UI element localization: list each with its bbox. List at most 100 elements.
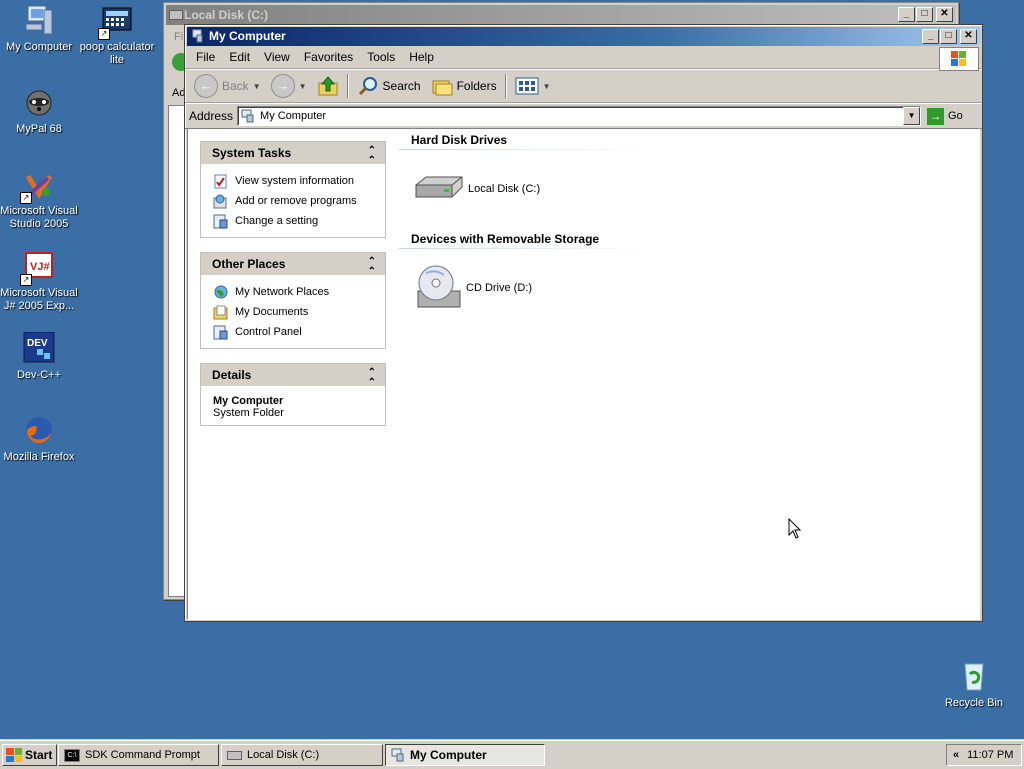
local-disk-title: Local Disk (C:) xyxy=(184,8,269,22)
drive-item-cd-drive[interactable]: CD Drive (D:) xyxy=(414,263,532,313)
close-button[interactable]: ✕ xyxy=(960,29,977,44)
go-button[interactable]: → Go xyxy=(927,107,963,125)
toolbar-separator xyxy=(346,74,349,98)
icon-label: My Computer xyxy=(5,41,73,53)
folder-up-icon xyxy=(318,76,338,96)
taskbar-button-local-disk[interactable]: Local Disk (C:) xyxy=(221,744,383,766)
svg-text:VJ#: VJ# xyxy=(30,261,50,273)
views-button[interactable]: ▼ xyxy=(510,72,556,100)
task-link-label: Add or remove programs xyxy=(235,195,357,207)
desktop-icon-visual-jsharp[interactable]: VJ# ↗ Microsoft Visual J# 2005 Exp... xyxy=(0,250,78,313)
menu-file[interactable]: File xyxy=(189,50,222,64)
place-link-label: My Network Places xyxy=(235,286,330,298)
task-link-label: View system information xyxy=(235,175,355,187)
folders-icon xyxy=(432,80,453,96)
menu-view[interactable]: View xyxy=(257,50,297,64)
desktop-icon-my-computer[interactable]: My Computer xyxy=(0,4,78,54)
place-link-network[interactable]: My Network Places xyxy=(213,282,385,302)
close-button[interactable]: ✕ xyxy=(936,7,953,22)
calculator-icon: ↗ xyxy=(98,4,134,40)
go-label: Go xyxy=(948,110,963,122)
maximize-button[interactable]: □ xyxy=(916,7,933,22)
my-computer-window[interactable]: My Computer _ □ ✕ File Edit View Favorit… xyxy=(184,24,983,622)
add-remove-programs-icon xyxy=(213,194,227,208)
task-link-view-system-info[interactable]: View system information xyxy=(213,171,385,191)
desktop-icon-visual-studio[interactable]: ↗ Microsoft Visual Studio 2005 xyxy=(0,168,78,231)
chevron-down-icon[interactable]: ▼ xyxy=(253,82,261,91)
control-panel-icon xyxy=(213,325,228,339)
drive-item-local-disk[interactable]: Local Disk (C:) xyxy=(414,173,540,205)
address-value: My Computer xyxy=(260,110,327,122)
collapse-icon[interactable]: ⌃ ⌃ xyxy=(368,368,376,388)
panel-header[interactable]: Other Places ⌃ ⌃ xyxy=(201,253,385,277)
recycle-bin-icon xyxy=(957,660,991,694)
menu-tools[interactable]: Tools xyxy=(360,50,402,64)
search-button[interactable]: Search xyxy=(352,72,426,100)
drive-label: CD Drive (D:) xyxy=(466,282,532,294)
computer-icon xyxy=(22,4,56,38)
address-bar: Address My Computer ▼ → Go xyxy=(185,103,982,129)
shortcut-arrow-icon: ↗ xyxy=(98,28,110,40)
command-prompt-icon: C:\ xyxy=(64,748,80,762)
raccoon-icon xyxy=(22,86,56,120)
place-link-control-panel[interactable]: Control Panel xyxy=(213,322,385,342)
task-link-add-remove-programs[interactable]: Add or remove programs xyxy=(213,191,385,211)
section-divider xyxy=(399,248,649,249)
maximize-button[interactable]: □ xyxy=(940,29,957,44)
desktop-icon-devcpp[interactable]: DEV Dev-C++ xyxy=(0,331,78,382)
desktop-icon-firefox[interactable]: Mozilla Firefox xyxy=(0,414,78,464)
taskbar-button-sdk-prompt[interactable]: C:\ SDK Command Prompt xyxy=(58,744,219,766)
panel-header[interactable]: Details ⌃ ⌃ xyxy=(201,364,385,388)
up-button[interactable] xyxy=(312,72,344,100)
details-name: My Computer xyxy=(213,395,284,407)
my-documents-icon xyxy=(213,305,228,319)
folder-view: System Tasks ⌃ ⌃ View system information … xyxy=(187,128,980,620)
taskbar-button-label: SDK Command Prompt xyxy=(85,749,200,761)
section-title-removable: Devices with Removable Storage xyxy=(411,232,600,246)
desktop-icon-mypal[interactable]: MyPal 68 xyxy=(0,86,78,136)
clock[interactable]: 11:07 PM xyxy=(967,749,1013,761)
views-icon xyxy=(515,77,539,95)
minimize-button[interactable]: _ xyxy=(898,7,915,22)
task-link-change-setting[interactable]: Change a setting xyxy=(213,211,385,231)
file-menu-partial[interactable]: Fi xyxy=(174,31,183,43)
back-button[interactable]: ← Back ▼ xyxy=(189,72,266,100)
place-link-documents[interactable]: My Documents xyxy=(213,302,385,322)
address-dropdown-button[interactable]: ▼ xyxy=(903,107,921,125)
control-panel-icon xyxy=(213,214,228,228)
tray-expand-button[interactable]: « xyxy=(953,749,959,761)
local-disk-titlebar[interactable]: Local Disk (C:) _ □ ✕ xyxy=(166,5,956,25)
icon-label: Microsoft Visual J# 2005 Exp... xyxy=(0,287,78,312)
drive-label: Local Disk (C:) xyxy=(468,183,541,195)
minimize-button[interactable]: _ xyxy=(922,29,939,44)
chevron-down-icon[interactable]: ▼ xyxy=(299,82,307,91)
address-input[interactable]: My Computer ▼ xyxy=(237,106,922,126)
my-computer-titlebar[interactable]: My Computer _ □ ✕ xyxy=(187,27,980,46)
forward-button[interactable]: → ▼ xyxy=(266,72,312,100)
chevron-down-icon[interactable]: ▼ xyxy=(543,82,551,91)
shortcut-arrow-icon: ↗ xyxy=(20,192,32,204)
folders-button[interactable]: Folders xyxy=(426,72,502,100)
taskbar-button-my-computer[interactable]: My Computer xyxy=(385,744,545,766)
collapse-icon[interactable]: ⌃ ⌃ xyxy=(368,146,376,166)
back-label: Back xyxy=(222,79,249,93)
drive-icon xyxy=(227,750,242,760)
details-panel: Details ⌃ ⌃ My Computer System Folder xyxy=(200,363,386,426)
place-link-label: Control Panel xyxy=(235,326,302,338)
desktop-icon-poop-calculator[interactable]: ↗ poop calculator lite xyxy=(78,4,156,67)
computer-icon xyxy=(192,29,203,43)
visual-studio-icon: ↗ xyxy=(20,168,56,204)
desktop-icon-recycle-bin[interactable]: Recycle Bin xyxy=(935,660,1013,710)
menu-edit[interactable]: Edit xyxy=(222,50,257,64)
menu-favorites[interactable]: Favorites xyxy=(297,50,360,64)
jsharp-icon: VJ# ↗ xyxy=(20,250,56,286)
other-places-panel: Other Places ⌃ ⌃ My Network Places My Doc… xyxy=(200,252,386,349)
network-places-icon xyxy=(214,285,228,298)
collapse-icon[interactable]: ⌃ ⌃ xyxy=(368,257,376,277)
menu-help[interactable]: Help xyxy=(402,50,441,64)
search-icon xyxy=(358,77,377,96)
mouse-cursor-icon xyxy=(788,518,802,539)
start-button[interactable]: Start xyxy=(2,744,57,766)
panel-header[interactable]: System Tasks ⌃ ⌃ xyxy=(201,142,385,166)
svg-text:DEV: DEV xyxy=(27,338,48,349)
